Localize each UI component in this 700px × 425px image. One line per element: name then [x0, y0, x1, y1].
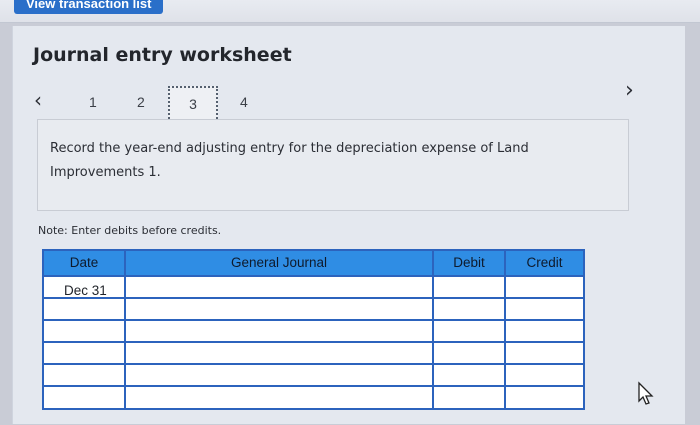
date-cell: Dec 31 — [64, 283, 107, 298]
view-transaction-list-button[interactable]: View transaction list — [14, 0, 164, 14]
credit-input[interactable] — [506, 387, 581, 408]
header-general-journal: General Journal — [230, 255, 328, 270]
instruction-box: Record the year-end adjusting entry for … — [37, 119, 629, 211]
page-tab-4[interactable]: 4 — [240, 94, 248, 110]
journal-account-input[interactable] — [126, 277, 432, 297]
credit-input[interactable] — [506, 343, 581, 363]
mouse-cursor-icon — [638, 381, 654, 405]
journal-table: Date General Journal Debit Credit Dec 31 — [42, 249, 585, 410]
chevron-left-icon[interactable]: ‹ — [34, 89, 42, 111]
header-credit: Credit — [526, 255, 563, 270]
chevron-right-icon[interactable]: › — [625, 80, 634, 102]
page-title: Journal entry worksheet — [33, 44, 292, 66]
debit-input[interactable] — [434, 321, 504, 341]
debit-input[interactable] — [434, 343, 504, 363]
debit-input[interactable] — [434, 299, 504, 319]
page-tab-2[interactable]: 2 — [137, 94, 145, 110]
journal-account-input[interactable] — [126, 365, 432, 385]
top-bar: View transaction list — [0, 0, 700, 23]
journal-account-input[interactable] — [126, 321, 432, 341]
credit-input[interactable] — [506, 321, 581, 341]
debit-input[interactable] — [434, 387, 504, 408]
journal-account-input[interactable] — [126, 299, 432, 319]
note-text: Note: Enter debits before credits. — [38, 224, 222, 237]
header-date: Date — [69, 255, 99, 270]
journal-account-input[interactable] — [126, 343, 432, 363]
debit-input[interactable] — [506, 277, 581, 297]
journal-account-input[interactable] — [126, 387, 432, 408]
debit-input[interactable] — [434, 365, 504, 385]
page-tab-1[interactable]: 1 — [89, 94, 97, 110]
credit-input[interactable] — [506, 299, 581, 319]
credit-input[interactable] — [506, 365, 581, 385]
instruction-text: Record the year-end adjusting entry for … — [50, 141, 529, 180]
header-debit: Debit — [453, 255, 485, 270]
